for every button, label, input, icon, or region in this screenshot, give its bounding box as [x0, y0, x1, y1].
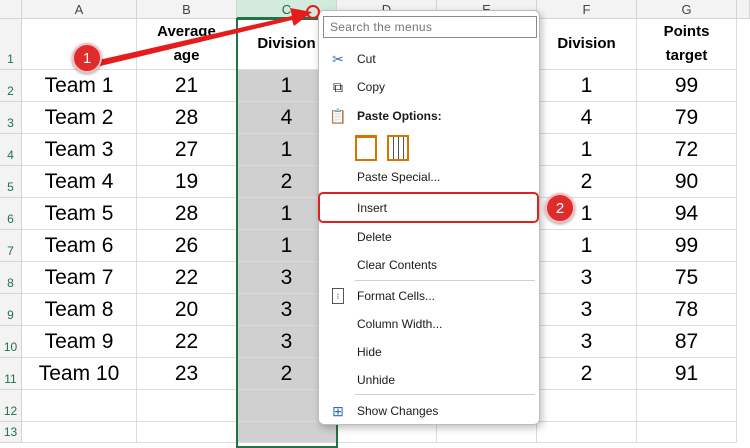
step-1-badge: 1: [72, 43, 102, 73]
annotation-arrow: [90, 5, 320, 68]
step-2-badge: 2: [545, 193, 575, 223]
